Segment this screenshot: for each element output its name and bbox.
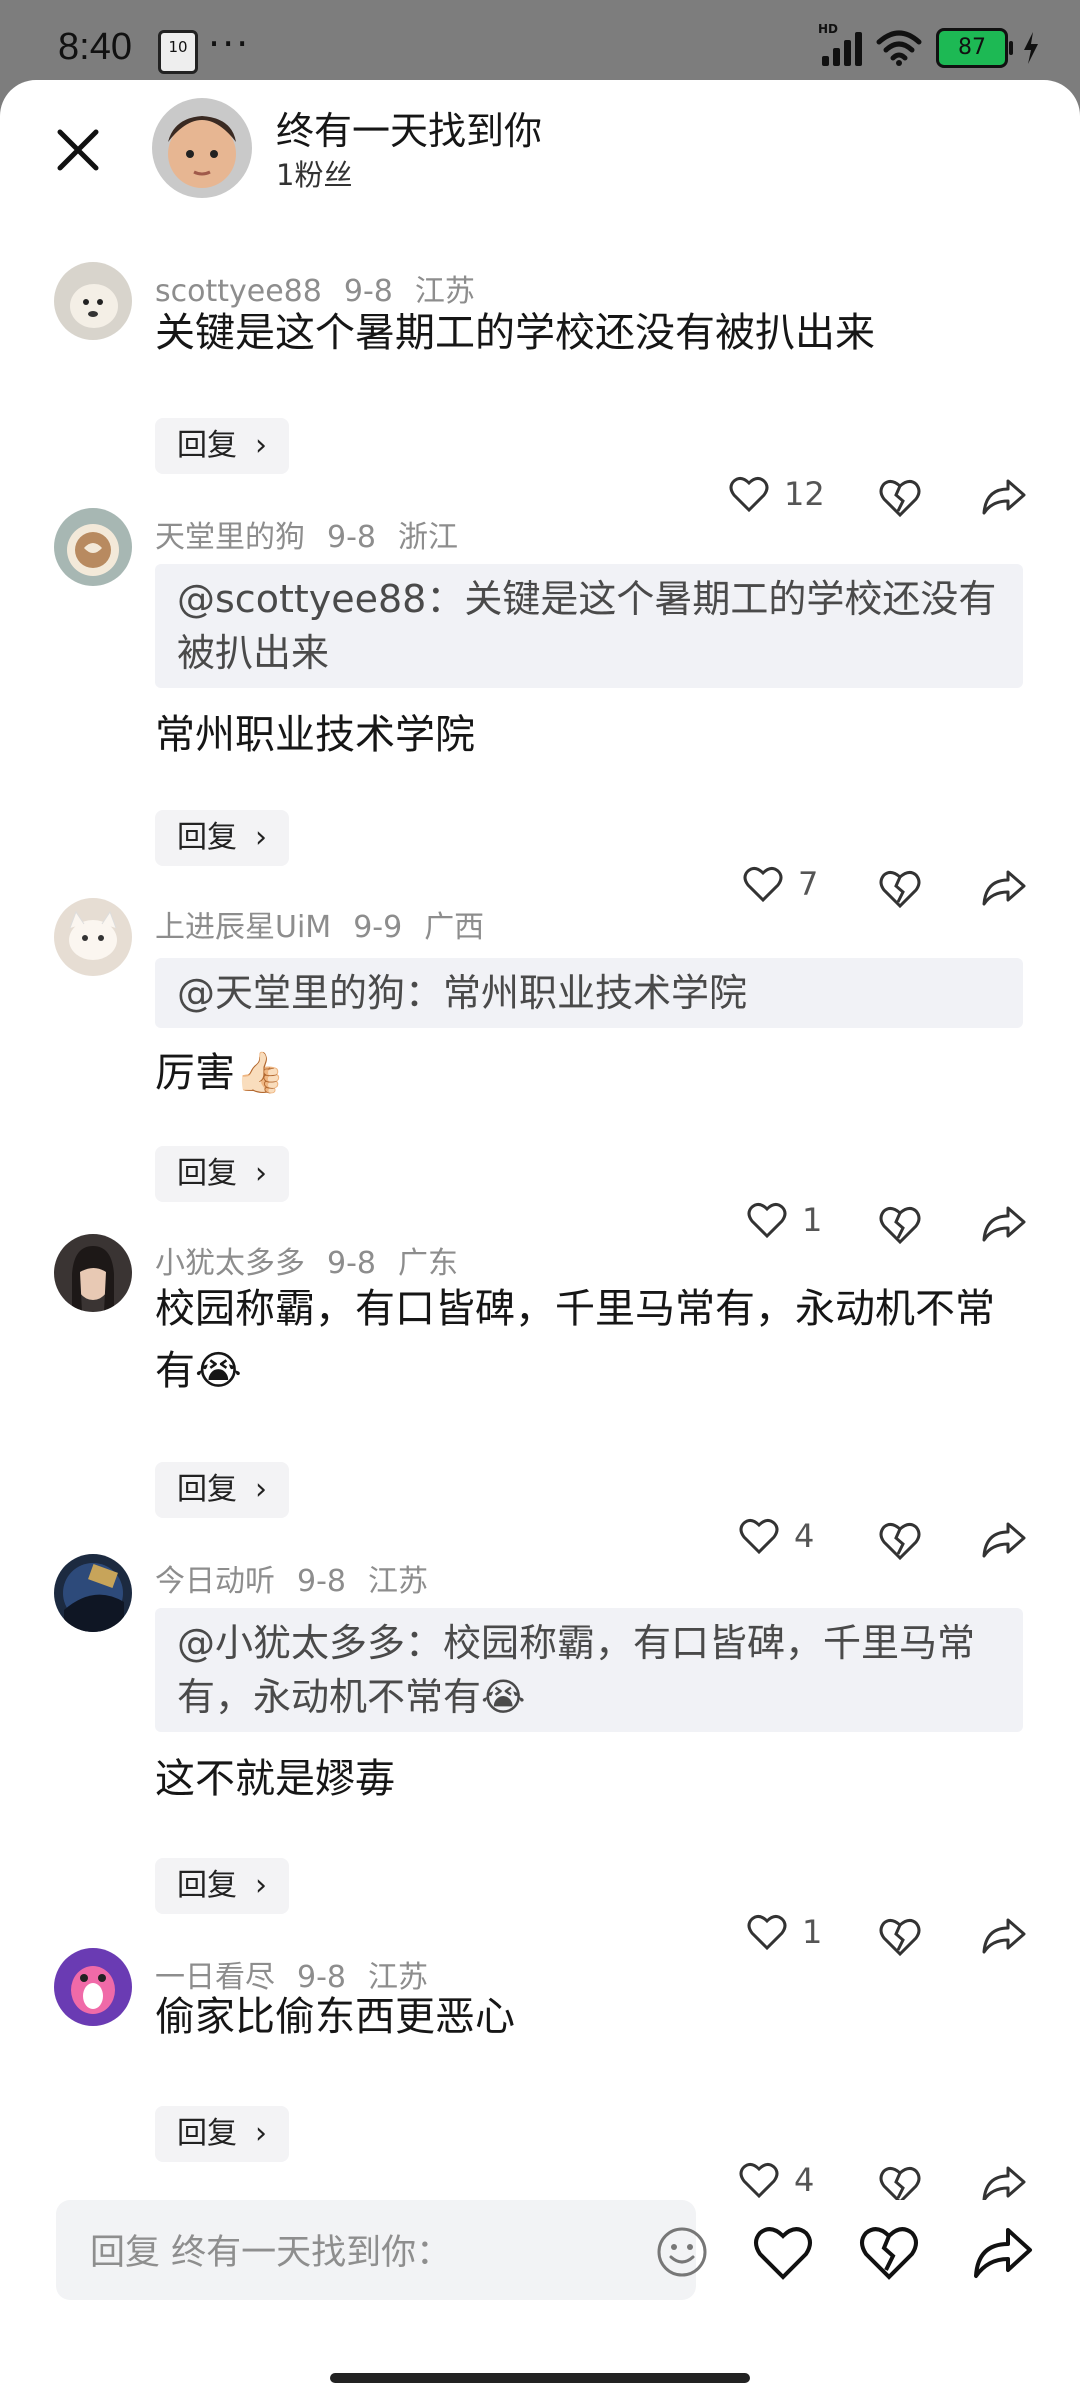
home-indicator[interactable] — [330, 2373, 750, 2383]
like-button[interactable]: 4 — [738, 2160, 814, 2200]
comment-location: 广东 — [398, 1246, 458, 1281]
comment-meta: 今日动听 9-8 江苏 — [155, 1556, 450, 1600]
notification-badge-icon: 10 — [158, 30, 198, 74]
reply-button[interactable]: 回复 › — [155, 418, 289, 474]
comments-sheet: 终有一天找到你 1粉丝 scottyee88 9-8 江苏 关键是这个暑期工的学校还… — [0, 80, 1080, 2400]
reply-label: 回复 — [177, 2116, 237, 2151]
heart-outline-icon — [743, 866, 783, 903]
like-count: 4 — [794, 2161, 815, 2199]
broken-heart-icon[interactable] — [876, 1200, 924, 1248]
comment-username[interactable]: 小犹太多多 — [155, 1246, 305, 1281]
like-count: 4 — [794, 1517, 815, 1555]
chevron-right-icon: › — [255, 428, 267, 463]
chevron-right-icon: › — [255, 1156, 267, 1191]
comment-date: 9-9 — [353, 910, 403, 945]
avatar[interactable] — [54, 1948, 132, 2026]
broken-heart-icon[interactable] — [876, 864, 924, 912]
comment-meta: 上进辰星UiM 9-9 广西 — [155, 902, 506, 946]
wifi-icon — [876, 30, 922, 66]
share-arrow-icon[interactable] — [980, 1912, 1028, 1960]
reply-input-placeholder: 回复 终有一天找到你： — [90, 2233, 452, 2273]
avatar[interactable] — [54, 898, 132, 976]
comment-date: 9-8 — [327, 1246, 376, 1281]
share-arrow-icon[interactable] — [972, 2224, 1034, 2282]
comment-location: 广西 — [424, 910, 485, 945]
network-type: HD — [818, 22, 839, 36]
like-count: 1 — [802, 1913, 823, 1951]
comment-username[interactable]: 今日动听 — [155, 1564, 275, 1599]
like-count: 12 — [784, 475, 825, 513]
chevron-right-icon: › — [255, 820, 267, 855]
reply-button[interactable]: 回复 › — [155, 810, 289, 866]
charging-icon — [1024, 32, 1038, 64]
comment-text: 常州职业技术学院 — [155, 712, 475, 758]
heart-outline-icon — [739, 2162, 779, 2199]
follower-count: 1粉丝 — [276, 158, 353, 192]
quoted-reply: @scottyee88：关键是这个暑期工的学校还没有被扒出来 — [155, 564, 1023, 688]
chevron-right-icon: › — [255, 1472, 267, 1507]
avatar[interactable] — [54, 1234, 132, 1312]
status-indicators: HD 87 — [818, 22, 1040, 68]
like-button[interactable]: 12 — [728, 474, 825, 514]
heart-outline-icon — [729, 476, 769, 513]
status-time: 8:40 — [58, 26, 132, 68]
like-count: 1 — [802, 1201, 823, 1239]
signal-icon: HD — [818, 22, 862, 66]
comment-text: 关键是这个暑期工的学校还没有被扒出来 — [155, 310, 875, 356]
more-notifications-icon: ··· — [208, 22, 251, 66]
avatar[interactable] — [54, 1554, 132, 1632]
chevron-right-icon: › — [255, 1868, 267, 1903]
comment-text: 校园称霸，有口皆碑，千里马常有，永动机不常有😭 — [155, 1286, 995, 1394]
reply-input[interactable]: 回复 终有一天找到你： — [56, 2200, 707, 2300]
broken-heart-icon[interactable] — [876, 1516, 924, 1564]
reply-label: 回复 — [177, 1472, 237, 1507]
page-title: 终有一天找到你 — [276, 109, 543, 153]
quoted-reply: @小犹太多多：校园称霸，有口皆碑，千里马常有，永动机不常有😭 — [155, 1608, 1023, 1732]
like-button[interactable]: 7 — [742, 864, 818, 904]
heart-outline-icon — [739, 1518, 779, 1555]
comment-text: 厉害👍🏻 — [155, 1050, 285, 1096]
comment-date: 9-8 — [327, 520, 376, 555]
avatar[interactable] — [54, 508, 132, 586]
avatar[interactable] — [152, 98, 252, 198]
share-arrow-icon[interactable] — [980, 864, 1028, 912]
broken-heart-icon[interactable] — [876, 1912, 924, 1960]
like-button[interactable]: 1 — [746, 1912, 822, 1952]
quoted-reply: @天堂里的狗：常州职业技术学院 — [155, 958, 1023, 1028]
comment-meta: 天堂里的狗 9-8 浙江 — [155, 512, 480, 556]
reply-input-bar: 回复 终有一天找到你： — [0, 2200, 1080, 2400]
comment-text: 偷家比偷东西更恶心 — [155, 1994, 515, 2040]
battery-icon: 87 — [936, 28, 1013, 68]
heart-outline-icon — [747, 1202, 787, 1239]
share-arrow-icon[interactable] — [980, 1200, 1028, 1248]
comment-meta: 小犹太多多 9-8 广东 — [155, 1238, 480, 1282]
comment-username[interactable]: 上进辰星UiM — [155, 910, 331, 945]
like-button[interactable]: 1 — [746, 1200, 822, 1240]
share-arrow-icon[interactable] — [980, 1516, 1028, 1564]
broken-heart-icon[interactable] — [876, 473, 924, 521]
reply-button[interactable]: 回复 › — [155, 1858, 289, 1914]
comment-location: 江苏 — [368, 1564, 428, 1599]
reply-label: 回复 — [177, 1156, 237, 1191]
share-arrow-icon[interactable] — [980, 473, 1028, 521]
comment-text: 这不就是嫪毐 — [155, 1756, 395, 1802]
reply-button[interactable]: 回复 › — [155, 1462, 289, 1518]
heart-outline-icon[interactable] — [752, 2224, 814, 2282]
comment-location: 浙江 — [398, 520, 458, 555]
reply-label: 回复 — [177, 428, 237, 463]
like-count: 7 — [798, 865, 819, 903]
reply-label: 回复 — [177, 820, 237, 855]
comment-username[interactable]: 天堂里的狗 — [155, 520, 305, 555]
reply-label: 回复 — [177, 1868, 237, 1903]
broken-heart-icon[interactable] — [858, 2224, 920, 2282]
close-icon[interactable] — [48, 120, 108, 180]
heart-outline-icon — [747, 1914, 787, 1951]
reply-button[interactable]: 回复 › — [155, 1146, 289, 1202]
comment-date: 9-8 — [297, 1564, 346, 1599]
reply-button[interactable]: 回复 › — [155, 2106, 289, 2162]
like-button[interactable]: 4 — [738, 1516, 814, 1556]
smiley-icon[interactable] — [656, 2226, 708, 2278]
chevron-right-icon: › — [255, 2116, 267, 2151]
avatar[interactable] — [54, 262, 132, 340]
